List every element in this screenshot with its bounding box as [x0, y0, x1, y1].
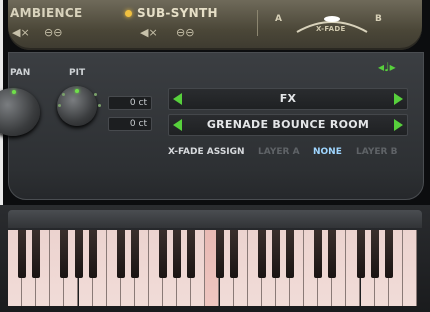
ambience-mute-icon[interactable]: ◀× — [12, 26, 30, 39]
black-key[interactable] — [215, 230, 224, 278]
pan-knob-indicator — [12, 90, 16, 94]
black-key[interactable] — [229, 230, 238, 278]
header-divider — [257, 10, 258, 36]
black-key[interactable] — [74, 230, 83, 278]
ambience-label: AMBIENCE — [10, 6, 83, 20]
black-key[interactable] — [314, 230, 323, 278]
black-key[interactable] — [257, 230, 266, 278]
sub-synth-label: SUB-SYNTH — [137, 6, 218, 20]
black-key[interactable] — [116, 230, 125, 278]
black-key[interactable] — [32, 230, 41, 278]
pitch-arc-mark — [98, 104, 101, 107]
keyboard-rail — [8, 210, 422, 228]
black-key[interactable] — [60, 230, 69, 278]
sub-synth-link-icon[interactable]: ⊖⊖ — [176, 26, 194, 39]
pitch-fine-field-2[interactable]: 0 ct — [108, 117, 152, 131]
black-key[interactable] — [328, 230, 337, 278]
sub-synth-mute-icon[interactable]: ◀× — [140, 26, 158, 39]
black-key[interactable] — [159, 230, 168, 278]
room-next-arrow-icon[interactable] — [394, 119, 403, 131]
xfade-a-label: A — [275, 14, 282, 24]
fx-next-arrow-icon[interactable] — [394, 93, 403, 105]
black-key[interactable] — [18, 230, 27, 278]
white-key[interactable] — [402, 230, 417, 306]
none-button[interactable]: NONE — [313, 147, 342, 157]
black-key[interactable] — [271, 230, 280, 278]
black-key[interactable] — [173, 230, 182, 278]
fx-selector-value: FX — [279, 92, 297, 105]
pitch-fine-field[interactable]: 0 ct — [108, 96, 152, 110]
pitch-arc-mark — [94, 93, 97, 96]
layer-b-button[interactable]: LAYER B — [356, 147, 397, 157]
black-key[interactable] — [370, 230, 379, 278]
sub-synth-active-dot[interactable] — [125, 10, 132, 17]
pan-label: PAN — [10, 68, 31, 78]
room-selector[interactable]: GRENADE BOUNCE ROOM — [168, 114, 408, 136]
black-key[interactable] — [286, 230, 294, 278]
layer-a-button[interactable]: LAYER A — [258, 147, 300, 157]
pitch-arc-mark — [62, 93, 65, 96]
xfade-label: X-FADE — [316, 25, 346, 33]
music-note-icon[interactable]: ◂♩▸ — [378, 60, 408, 76]
xfade-assign-label: X-FADE ASSIGN — [168, 147, 245, 157]
pitch-label: PIT — [69, 68, 86, 78]
black-key[interactable] — [356, 230, 365, 278]
fx-selector[interactable]: FX — [168, 88, 408, 110]
pitch-knob-indicator — [75, 89, 79, 93]
pitch-arc-mark — [58, 104, 61, 107]
black-key[interactable] — [187, 230, 196, 278]
black-key[interactable] — [384, 230, 393, 278]
black-key[interactable] — [88, 230, 97, 278]
black-key[interactable] — [130, 230, 139, 278]
ambience-link-icon[interactable]: ⊖⊖ — [44, 26, 62, 39]
xfade-b-label: B — [375, 14, 382, 24]
room-selector-value: GRENADE BOUNCE ROOM — [206, 118, 370, 131]
